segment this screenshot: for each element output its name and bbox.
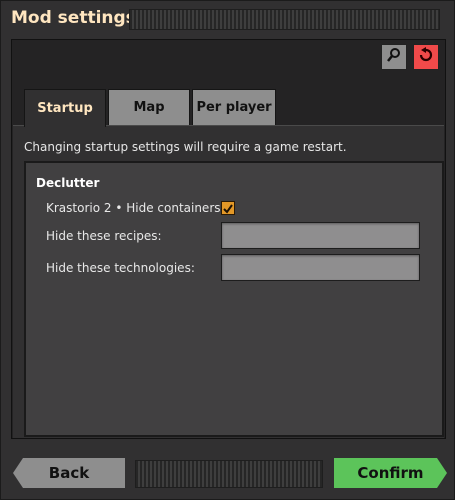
- back-button[interactable]: Back: [13, 458, 125, 488]
- checkmark-icon: [223, 199, 233, 218]
- tab-startup[interactable]: Startup: [24, 89, 106, 127]
- hide-containers-checkbox[interactable]: [221, 201, 235, 215]
- confirm-button[interactable]: Confirm: [334, 458, 447, 488]
- hide-recipes-label: Hide these recipes:: [46, 229, 162, 243]
- reset-button[interactable]: [413, 44, 439, 70]
- restart-hint: Changing startup settings will require a…: [24, 140, 347, 154]
- reset-icon: [417, 46, 435, 68]
- footer-drag-handle[interactable]: [135, 460, 323, 488]
- window-title: Mod settings: [11, 8, 136, 28]
- section-title: Declutter: [36, 176, 100, 190]
- hide-technologies-input[interactable]: [221, 254, 420, 281]
- mod-settings-window: Mod settings Startup Map Per player Chan…: [0, 0, 455, 500]
- search-icon: [386, 47, 402, 67]
- tab-map[interactable]: Map: [108, 89, 190, 125]
- hide-recipes-input[interactable]: [221, 222, 420, 249]
- tab-per-player[interactable]: Per player: [192, 89, 276, 125]
- search-button[interactable]: [381, 44, 407, 70]
- hide-technologies-label: Hide these technologies:: [46, 261, 195, 275]
- title-drag-handle[interactable]: [129, 9, 440, 30]
- hide-containers-label: Krastorio 2 • Hide containers: [46, 201, 221, 215]
